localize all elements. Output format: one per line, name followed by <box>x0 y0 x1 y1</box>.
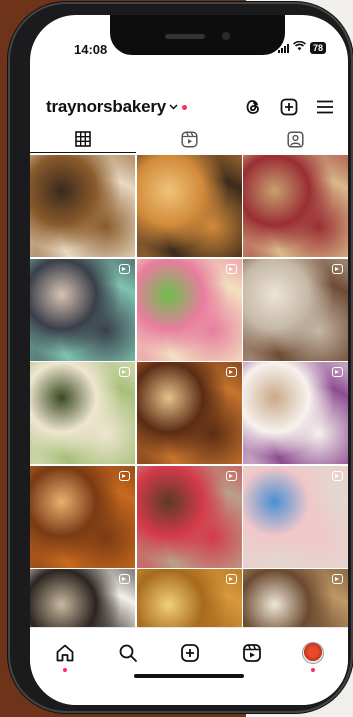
profile-header: traynorsbakery <box>46 95 336 119</box>
grid-icon <box>75 131 91 147</box>
tagged-person-icon <box>286 130 304 148</box>
dynamic-island <box>110 15 285 55</box>
post-thumbnail[interactable] <box>30 258 135 361</box>
post-thumbnail[interactable] <box>243 362 348 464</box>
grid-posts-tab[interactable] <box>72 129 94 149</box>
active-tab-indicator <box>30 152 136 153</box>
chevron-down-icon[interactable] <box>169 102 178 113</box>
post-thumbnail[interactable] <box>30 465 135 568</box>
profile-notification-dot <box>311 668 315 672</box>
reels-tab[interactable] <box>178 129 200 149</box>
reel-indicator-icon <box>119 263 130 274</box>
create-post-icon[interactable] <box>278 96 300 118</box>
post-thumbnail[interactable] <box>136 155 242 257</box>
battery-indicator: 78 <box>309 41 326 54</box>
menu-icon[interactable] <box>314 96 336 118</box>
tagged-tab[interactable] <box>284 129 306 149</box>
status-icons: 78 <box>277 40 326 54</box>
posts-grid <box>30 155 348 671</box>
post-thumbnail[interactable] <box>30 155 135 257</box>
reel-indicator-icon <box>225 574 237 584</box>
reel-indicator-icon <box>119 470 130 481</box>
reel-indicator-icon <box>225 367 237 377</box>
reel-indicator-icon <box>119 367 130 377</box>
status-time: 14:08 <box>74 42 108 57</box>
post-thumbnail[interactable] <box>30 362 135 464</box>
create-icon[interactable] <box>177 640 203 666</box>
reels-icon <box>180 130 198 148</box>
reel-indicator-icon <box>225 470 237 481</box>
username[interactable]: traynorsbakery <box>46 97 166 117</box>
post-thumbnail[interactable] <box>136 465 242 568</box>
reel-indicator-icon <box>225 263 237 274</box>
bottom-navigation <box>30 627 348 705</box>
post-thumbnail[interactable] <box>136 362 242 464</box>
notification-dot <box>182 104 188 110</box>
post-thumbnail[interactable] <box>243 465 348 568</box>
reel-indicator-icon <box>332 470 343 481</box>
wifi-icon <box>293 40 306 54</box>
profile-tabs <box>30 125 348 153</box>
phone-frame: 14:08 78 traynorsbakery <box>8 2 353 713</box>
reel-indicator-icon <box>332 574 343 584</box>
app-screen: 14:08 78 traynorsbakery <box>30 15 348 705</box>
profile-avatar[interactable] <box>300 640 326 666</box>
post-thumbnail[interactable] <box>243 258 348 361</box>
home-indicator <box>134 674 244 678</box>
reel-indicator-icon <box>332 263 343 274</box>
home-icon[interactable] <box>52 640 78 666</box>
search-icon[interactable] <box>115 640 141 666</box>
avatar <box>302 642 324 664</box>
threads-icon[interactable] <box>242 96 264 118</box>
home-notification-dot <box>63 668 67 672</box>
reel-indicator-icon <box>119 574 130 584</box>
reels-icon[interactable] <box>239 640 265 666</box>
post-thumbnail[interactable] <box>136 258 242 361</box>
post-thumbnail[interactable] <box>243 155 348 257</box>
reel-indicator-icon <box>332 367 343 377</box>
